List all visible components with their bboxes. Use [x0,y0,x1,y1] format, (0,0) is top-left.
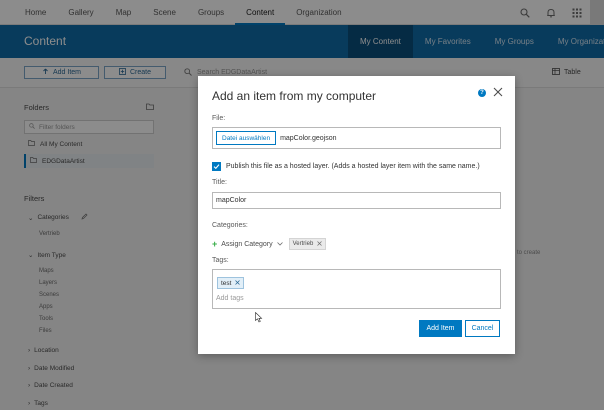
file-name: mapColor.geojson [280,134,337,142]
publish-option: Publish this file as a hosted layer. (Ad… [212,162,480,171]
publish-label: Publish this file as a hosted layer. (Ad… [226,163,480,170]
chevron-down-icon [276,241,283,248]
mouse-cursor-icon [255,312,263,323]
title-input[interactable]: mapColor [212,192,501,209]
category-chip: Vertrieb [288,238,327,250]
dialog-title: Add an item from my computer [212,89,377,103]
remove-category-icon[interactable] [317,240,323,248]
tags-label: Tags: [212,257,229,264]
categories-label: Categories: [212,222,248,229]
category-chip-label: Vertrieb [292,241,314,247]
close-icon[interactable] [492,86,504,98]
add-item-dialog: Add an item from my computer ? File: Dat… [198,76,515,354]
add-item-button[interactable]: Add Item [419,320,462,337]
remove-tag-icon[interactable] [235,279,241,287]
tag-chip: test [217,277,245,289]
tags-field[interactable]: test Add tags [212,269,501,309]
help-icon[interactable]: ? [478,89,486,97]
title-label: Title: [212,179,227,186]
plus-icon: + [212,239,218,249]
file-label: File: [212,115,226,122]
file-picker: Datei auswählen mapColor.geojson [212,127,501,149]
tags-input-placeholder[interactable]: Add tags [216,295,244,302]
tag-chip-label: test [221,279,232,287]
assign-category-button[interactable]: Assign Category [221,241,272,248]
cancel-button[interactable]: Cancel [465,320,500,337]
publish-checkbox[interactable] [212,162,221,171]
choose-file-button[interactable]: Datei auswählen [216,131,277,145]
categories-row: + Assign Category Vertrieb [212,238,327,250]
